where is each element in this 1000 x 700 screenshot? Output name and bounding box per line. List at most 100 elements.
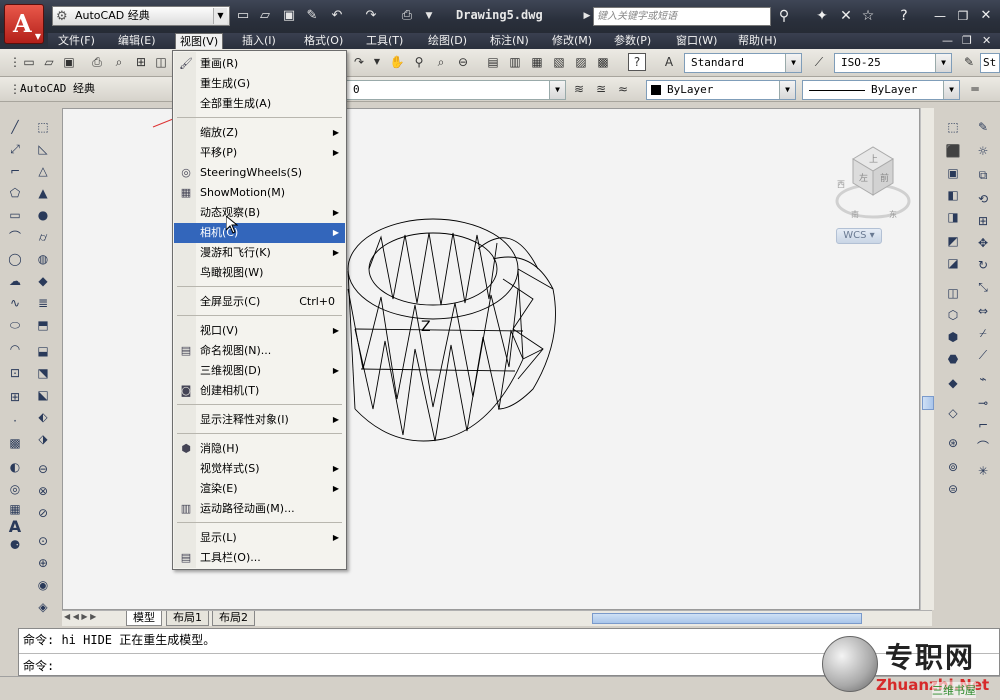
polysolid-icon[interactable]: ◆ (34, 272, 52, 290)
viewcube-top-label[interactable]: 上 (869, 154, 878, 165)
shell-icon[interactable]: ◫ (944, 284, 962, 302)
menu-item-create-camera[interactable]: ◙ 创建相机(T) (174, 381, 345, 401)
chevron-down-icon[interactable]: ▼ (549, 81, 565, 99)
save-icon[interactable]: ▣ (280, 7, 298, 25)
imprint-icon[interactable]: ⬛ (944, 142, 962, 160)
3d-move-icon[interactable]: ⊕ (34, 554, 52, 572)
menu-item-regen[interactable]: 重生成(G) (174, 74, 345, 94)
arc-icon[interactable]: ⌒ (6, 228, 24, 246)
doc-minimize-icon[interactable]: — (942, 33, 953, 49)
tab-nav-arrows-icon[interactable]: ◀ ◀ ▶ ▶ (64, 612, 96, 621)
doc-close-icon[interactable]: ✕ (982, 33, 991, 49)
move-icon[interactable]: ✥ (974, 234, 992, 252)
trim-icon[interactable]: ⌿ (974, 324, 992, 342)
horizontal-scroll-thumb[interactable] (592, 613, 862, 624)
viewcube-left-label[interactable]: 左 (859, 172, 868, 184)
help-icon[interactable]: ? (628, 53, 646, 71)
array-icon[interactable]: ⊞ (974, 212, 992, 230)
menu-item-orbit[interactable]: 动态观察(B) ▶ (174, 203, 345, 223)
markup-icon[interactable]: ▨ (572, 53, 590, 71)
menu-item-clean-screen[interactable]: 全屏显示(C) Ctrl+0 (174, 292, 345, 312)
menu-item-toolbars[interactable]: ▤ 工具栏(O)... (174, 548, 345, 568)
torus-icon[interactable]: ◍ (34, 250, 52, 268)
menu-view[interactable]: 视图(V) (175, 33, 224, 49)
compass-east-label[interactable]: 东 (889, 209, 897, 219)
copy-faces-icon[interactable]: ◧ (944, 186, 962, 204)
menu-item-3d-views[interactable]: 三维视图(D) ▶ (174, 361, 345, 381)
open-folder-icon[interactable]: ▱ (256, 7, 274, 25)
intersect-icon[interactable]: ⊗ (34, 482, 52, 500)
region-icon[interactable]: ◎ (6, 480, 24, 498)
menu-item-viewports[interactable]: 视口(V) ▶ (174, 321, 345, 341)
star-icon[interactable]: ☆ (858, 6, 878, 26)
stretch-icon[interactable]: ⇔ (974, 302, 992, 320)
pyramid-icon[interactable]: ▲ (34, 184, 52, 202)
multiline-text-icon[interactable]: A (6, 518, 24, 536)
construction-line-icon[interactable]: ⤢ (6, 140, 24, 158)
lighting-icon[interactable]: ☼ (974, 142, 992, 160)
mirror-icon[interactable]: ⧉ (974, 166, 992, 184)
sheet-set-icon[interactable]: ▧ (550, 53, 568, 71)
color-faces-icon[interactable]: ▣ (944, 164, 962, 182)
tab-layout2[interactable]: 布局2 (212, 611, 255, 626)
menu-item-named-views[interactable]: ▤ 命名视图(N)... (174, 341, 345, 361)
3d-orbit-icon[interactable]: ⊛ (944, 434, 962, 452)
fillet-icon[interactable]: ⌒ (974, 438, 992, 456)
menu-help[interactable]: 帮助(H) (734, 33, 781, 49)
make-block-icon[interactable]: ⊞ (6, 388, 24, 406)
menu-item-aerial-view[interactable]: 鸟瞰视图(W) (174, 263, 345, 283)
3d-print-icon[interactable]: ◫ (152, 53, 170, 71)
loft-icon[interactable]: ⬖ (34, 408, 52, 426)
x-icon[interactable]: ✕ (836, 6, 856, 26)
menu-file[interactable]: 文件(F) (54, 33, 99, 49)
polygon-icon[interactable]: ⬠ (6, 184, 24, 202)
offset-icon[interactable]: ⟲ (974, 190, 992, 208)
pan-icon[interactable]: ✋ (388, 53, 406, 71)
chevron-down-icon[interactable]: ▼ (785, 54, 801, 72)
open-icon[interactable]: ▱ (40, 53, 58, 71)
undo-icon[interactable]: ↶ (328, 7, 346, 25)
join-icon[interactable]: ⊸ (974, 394, 992, 412)
3d-rotate-icon[interactable]: ◉ (34, 576, 52, 594)
extrude-icon[interactable]: ⬒ (34, 316, 52, 334)
lineweight-icon[interactable]: ═ (966, 80, 984, 98)
save-icon[interactable]: ▣ (60, 53, 78, 71)
insert-block-icon[interactable]: ⊡ (6, 364, 24, 382)
application-menu-button[interactable]: A ▼ (4, 4, 44, 44)
vertical-scroll-thumb[interactable] (922, 396, 934, 410)
new-icon[interactable]: ▭ (20, 53, 38, 71)
save-as-icon[interactable]: ✎ (303, 7, 321, 25)
menu-insert[interactable]: 插入(I) (238, 33, 280, 49)
sphere-icon[interactable]: ● (34, 206, 52, 224)
menu-item-redraw[interactable]: 🖌 重画(R) (174, 54, 345, 74)
print-icon[interactable]: ⎙ (398, 7, 416, 25)
scale-icon[interactable]: ⤡ (974, 278, 992, 296)
union-icon[interactable]: ⬗ (34, 430, 52, 448)
section-plane-icon[interactable]: ⊙ (34, 532, 52, 550)
clean-icon[interactable]: ⬡ (944, 306, 962, 324)
preview-icon[interactable]: ⌕ (110, 53, 128, 71)
menu-item-showmotion[interactable]: ▦ ShowMotion(M) (174, 183, 345, 203)
minimize-icon[interactable]: — (930, 6, 950, 26)
color-edges-icon[interactable]: ◨ (944, 208, 962, 226)
circle-icon[interactable]: ◯ (6, 250, 24, 268)
point-icon[interactable]: · (6, 412, 24, 430)
rectangle-icon[interactable]: ▭ (6, 206, 24, 224)
menu-draw[interactable]: 绘图(D) (424, 33, 471, 49)
menu-format[interactable]: 格式(O) (300, 33, 347, 49)
menu-item-hide[interactable]: ⬢ 消隐(H) (174, 439, 345, 459)
viewcube-front-label[interactable]: 前 (880, 172, 889, 184)
check-icon[interactable]: ⬢ (944, 328, 962, 346)
hatch-icon[interactable]: ▩ (6, 434, 24, 452)
dim-style-icon[interactable]: ⟋ (810, 53, 828, 71)
menu-tools[interactable]: 工具(T) (362, 33, 407, 49)
sweep-icon[interactable]: ⬔ (34, 364, 52, 382)
chevron-down-icon[interactable]: ▼ (935, 54, 951, 72)
menu-item-pan[interactable]: 平移(P) ▶ (174, 143, 345, 163)
zoom-previous-icon[interactable]: ⊖ (454, 53, 472, 71)
chevron-down-icon[interactable]: ▼ (213, 8, 227, 24)
pencil-icon[interactable]: ✎ (974, 118, 992, 136)
subtract-icon[interactable]: ⊖ (34, 460, 52, 478)
chevron-down-icon[interactable]: ▼ (420, 7, 438, 25)
plot-icon[interactable]: ⎙ (88, 53, 106, 71)
